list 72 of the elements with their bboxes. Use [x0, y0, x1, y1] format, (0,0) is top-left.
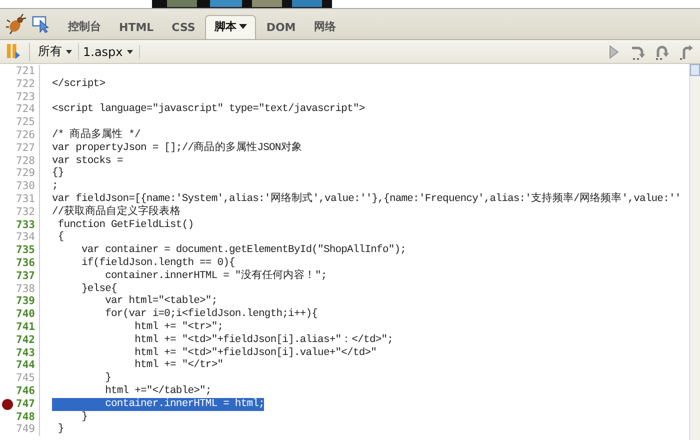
code-line: var html="<table>"; [104, 295, 218, 308]
line-number: 743 [16, 346, 35, 360]
line-number: 737 [16, 270, 35, 283]
code-line: /* 商品多属性 */ [52, 128, 140, 142]
line-number: 734 [16, 231, 35, 244]
code-line: html +="</table>"; [104, 384, 212, 398]
line-number: 748 [16, 410, 35, 424]
code-line: var container = document.getElementById("ShopAllInfo"); [80, 244, 406, 257]
filter-dropdown[interactable]: 所有 [38, 43, 79, 60]
line-number: 723 [16, 90, 35, 104]
code-line: } [80, 410, 88, 424]
line-number: 733 [16, 218, 35, 232]
code-line: html += "<tr>"; [134, 320, 224, 334]
line-number: 749 [16, 423, 35, 436]
line-number: 729 [16, 167, 35, 180]
bug-icon[interactable] [6, 14, 26, 34]
line-number: 732 [16, 206, 35, 219]
code-line: var stocks = [52, 154, 123, 167]
code-line: var fieldJson=[{name:'System',alias:'网络制式',value:''},{name:'Frequency',alias:'支持频率/网络频率',value:'' [52, 192, 681, 205]
filter-dropdown[interactable]: 1.aspx [83, 44, 140, 58]
code-line: { [56, 231, 64, 244]
tab[interactable]: 网络 [306, 16, 344, 39]
code-line: <script language="javascript" type="text/javascript"> [52, 103, 365, 116]
code-line: ; [52, 180, 58, 193]
code-line: html += "<td>"+fieldJson[i].alias+"：</td>"; [134, 334, 394, 347]
scrollbar[interactable] [689, 64, 700, 440]
line-number: 744 [16, 359, 35, 372]
line-number: 736 [16, 256, 35, 270]
line-number: 728 [16, 154, 35, 168]
code-line: html += "</tr>" [134, 359, 224, 372]
tab[interactable]: 控制台 [60, 16, 109, 39]
scrollbar-thumb[interactable] [690, 64, 700, 76]
tab[interactable]: CSS [164, 18, 204, 39]
code-line: }else{ [80, 282, 117, 296]
code-line: } [104, 372, 112, 385]
tab[interactable]: HTML [111, 18, 162, 39]
step-out-icon[interactable] [678, 44, 694, 60]
line-number: 739 [16, 295, 35, 308]
line-number: 741 [16, 320, 35, 334]
line-number: 726 [16, 128, 35, 142]
caret-icon [66, 50, 72, 54]
line-number: 742 [16, 334, 35, 347]
line-number: 725 [16, 116, 35, 129]
code-line: {} [52, 167, 64, 180]
line-number: 730 [16, 180, 35, 193]
code-line: var propertyJson = [];//商品的多属性JSON对象 [52, 142, 302, 155]
line-number: 747 [16, 398, 35, 411]
code-line: </script> [52, 78, 106, 91]
code-line: if(fieldJson.length == 0){ [80, 256, 235, 270]
line-number: 740 [16, 308, 35, 321]
step-into-icon[interactable] [654, 44, 670, 60]
tab[interactable]: 脚本 [205, 15, 256, 39]
line-number: 746 [16, 384, 35, 398]
code-line: container.innerHTML = "没有任何内容！"; [104, 270, 327, 283]
code-line: function GetFieldList() [56, 218, 194, 231]
pause-icon[interactable] [6, 43, 21, 60]
line-number: 722 [16, 78, 35, 91]
line-number: 731 [16, 192, 35, 206]
code-line: } [56, 423, 64, 436]
line-number: 727 [16, 142, 35, 155]
breakpoint-marker[interactable] [2, 398, 13, 410]
line-number: 724 [16, 103, 35, 116]
line-number: 738 [16, 282, 35, 296]
code-line: html += "<td>"+fieldJson[i].value+"</td>" [134, 346, 377, 359]
code-line: //获取商品自定义字段表格 [52, 206, 180, 219]
line-number: 745 [16, 372, 35, 385]
line-number: 735 [16, 244, 35, 257]
code-line: for(var i=0;i<fieldJson.length;i++){ [104, 308, 318, 321]
line-number: 721 [16, 65, 35, 78]
caret-icon [126, 50, 133, 54]
inspect-icon[interactable] [32, 15, 50, 33]
tab[interactable]: DOM [258, 18, 304, 39]
